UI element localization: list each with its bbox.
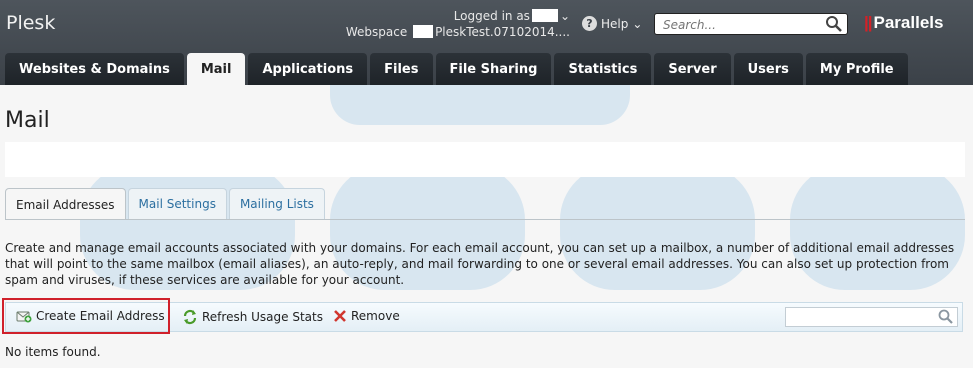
page-title: Mail xyxy=(5,108,50,133)
tab-applications[interactable]: Applications xyxy=(248,53,368,85)
webspace-value[interactable]: PleskTest.07102014.... xyxy=(435,25,570,39)
subtab-mailing-lists[interactable]: Mailing Lists xyxy=(228,188,325,219)
chevron-down-icon[interactable]: ⌄ xyxy=(560,9,570,23)
tab-my-profile[interactable]: My Profile xyxy=(805,53,908,85)
subtab-divider xyxy=(5,219,965,220)
tab-files[interactable]: Files xyxy=(370,53,433,85)
subtab-email-addresses[interactable]: Email Addresses xyxy=(5,188,126,220)
magnifier-icon[interactable] xyxy=(825,15,843,33)
page-description: Create and manage email accounts associa… xyxy=(5,241,955,287)
tab-server[interactable]: Server xyxy=(654,53,731,85)
subtab-mail-settings[interactable]: Mail Settings xyxy=(127,188,227,219)
highlight-box xyxy=(2,298,170,334)
plesk-brand: Plesk xyxy=(6,12,56,34)
refresh-usage-stats-button[interactable]: Refresh Usage Stats xyxy=(182,309,323,325)
login-info: Logged in as ⌄ Webspace PleskTest.0710201… xyxy=(320,8,570,40)
username-redacted[interactable] xyxy=(531,9,558,22)
red-x-icon xyxy=(334,310,346,322)
global-search xyxy=(654,13,848,35)
remove-button[interactable]: Remove xyxy=(333,309,400,323)
help-label: Help xyxy=(601,16,629,31)
refresh-arrows-icon xyxy=(183,309,197,325)
tab-users[interactable]: Users xyxy=(733,53,803,85)
webspace-label: Webspace xyxy=(345,25,408,39)
main-nav-tabs: Websites & Domains Mail Applications Fil… xyxy=(5,53,908,85)
refresh-usage-stats-label: Refresh Usage Stats xyxy=(202,310,323,324)
top-header: Plesk Logged in as ⌄ Webspace PleskTest.0… xyxy=(0,0,973,85)
remove-label: Remove xyxy=(351,309,400,323)
magnifier-icon[interactable] xyxy=(938,309,954,325)
parallels-logo: || Parallels xyxy=(864,13,944,32)
logged-in-label: Logged in as xyxy=(453,9,530,23)
help-menu[interactable]: ? Help ⌄ xyxy=(582,16,642,31)
search-input[interactable] xyxy=(661,15,825,35)
tab-mail[interactable]: Mail xyxy=(186,53,246,85)
webspace-redacted xyxy=(413,25,434,38)
chevron-down-icon: ⌄ xyxy=(632,16,643,31)
tab-statistics[interactable]: Statistics xyxy=(554,53,652,85)
parallels-logo-text: Parallels xyxy=(873,13,944,32)
blank-panel xyxy=(5,142,965,177)
question-circle-icon: ? xyxy=(582,16,597,31)
list-search-input[interactable] xyxy=(789,309,943,328)
tab-websites-domains[interactable]: Websites & Domains xyxy=(5,53,184,85)
mail-subtabs: Email Addresses Mail Settings Mailing Li… xyxy=(5,188,325,220)
empty-list-message: No items found. xyxy=(5,345,101,359)
list-search xyxy=(785,307,958,328)
tab-file-sharing[interactable]: File Sharing xyxy=(435,53,552,85)
